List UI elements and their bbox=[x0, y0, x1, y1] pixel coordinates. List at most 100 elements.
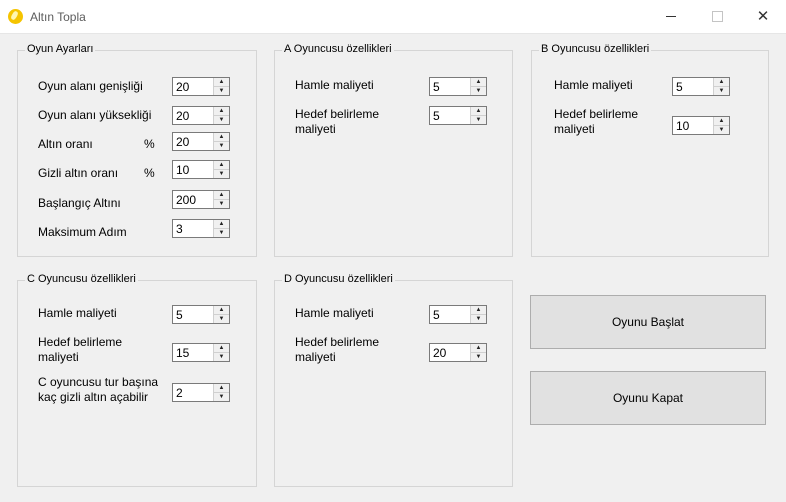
oyun-alani-yuksekligi-stepper[interactable]: ▲▼ bbox=[172, 106, 230, 125]
a-oyuncusu-group: A Oyuncusu özellikleri Hamle maliyeti ▲▼… bbox=[274, 43, 513, 257]
stepper-up-icon[interactable]: ▲ bbox=[214, 191, 229, 200]
stepper-up-icon[interactable]: ▲ bbox=[214, 133, 229, 142]
maximize-button[interactable] bbox=[694, 0, 740, 32]
close-window-button[interactable]: ✕ bbox=[740, 0, 786, 32]
hamle-maliyeti-label: Hamle maliyeti bbox=[295, 78, 374, 92]
stepper-input[interactable] bbox=[174, 162, 216, 177]
b-hamle-maliyeti-stepper[interactable]: ▲▼ bbox=[672, 77, 730, 96]
hedef-belirleme-label: Hedef belirleme maliyeti bbox=[554, 107, 638, 137]
stepper-input[interactable] bbox=[174, 385, 216, 400]
stepper-up-icon[interactable]: ▲ bbox=[471, 344, 486, 353]
gold-coin-icon bbox=[8, 9, 23, 24]
label-line: maliyeti bbox=[295, 122, 336, 136]
group-title: C Oyuncusu özellikleri bbox=[25, 273, 138, 285]
stepper-input[interactable] bbox=[431, 108, 473, 123]
stepper-input[interactable] bbox=[174, 221, 216, 236]
hamle-maliyeti-label: Hamle maliyeti bbox=[295, 306, 374, 320]
hamle-maliyeti-label: Hamle maliyeti bbox=[38, 306, 117, 320]
stepper-input[interactable] bbox=[431, 79, 473, 94]
oyun-ayarlari-group: Oyun Ayarları Oyun alanı genişliği ▲▼ Oy… bbox=[17, 43, 257, 257]
stepper-up-icon[interactable]: ▲ bbox=[214, 384, 229, 393]
b-oyuncusu-group: B Oyuncusu özellikleri Hamle maliyeti ▲▼… bbox=[531, 43, 769, 257]
oyunu-kapat-button[interactable]: Oyunu Kapat bbox=[530, 371, 766, 425]
c-gizli-altin-stepper[interactable]: ▲▼ bbox=[172, 383, 230, 402]
stepper-down-icon[interactable]: ▼ bbox=[214, 116, 229, 124]
close-icon: ✕ bbox=[756, 8, 770, 25]
stepper-up-icon[interactable]: ▲ bbox=[471, 306, 486, 315]
c-oyuncusu-group: C Oyuncusu özellikleri Hamle maliyeti ▲▼… bbox=[17, 273, 257, 487]
maximize-icon bbox=[711, 10, 723, 22]
percent-unit: % bbox=[144, 166, 155, 180]
stepper-up-icon[interactable]: ▲ bbox=[214, 107, 229, 116]
stepper-down-icon[interactable]: ▼ bbox=[471, 116, 486, 124]
d-oyuncusu-group: D Oyuncusu özellikleri Hamle maliyeti ▲▼… bbox=[274, 273, 513, 487]
baslangic-altini-stepper[interactable]: ▲▼ bbox=[172, 190, 230, 209]
stepper-up-icon[interactable]: ▲ bbox=[471, 107, 486, 116]
stepper-up-icon[interactable]: ▲ bbox=[214, 220, 229, 229]
label-line: kaç gizli altın açabilir bbox=[38, 390, 149, 404]
d-hedef-maliyeti-stepper[interactable]: ▲▼ bbox=[429, 343, 487, 362]
minimize-button[interactable] bbox=[648, 0, 694, 32]
oyunu-baslat-button[interactable]: Oyunu Başlat bbox=[530, 295, 766, 349]
stepper-down-icon[interactable]: ▼ bbox=[471, 87, 486, 95]
stepper-input[interactable] bbox=[174, 307, 216, 322]
stepper-down-icon[interactable]: ▼ bbox=[214, 393, 229, 401]
stepper-up-icon[interactable]: ▲ bbox=[214, 161, 229, 170]
stepper-down-icon[interactable]: ▼ bbox=[471, 315, 486, 323]
c-hamle-maliyeti-stepper[interactable]: ▲▼ bbox=[172, 305, 230, 324]
window-title: Altın Topla bbox=[30, 10, 86, 24]
label-line: Hedef belirleme bbox=[38, 335, 123, 349]
stepper-input[interactable] bbox=[174, 345, 216, 360]
stepper-input[interactable] bbox=[674, 79, 716, 94]
group-title: Oyun Ayarları bbox=[25, 43, 96, 55]
stepper-down-icon[interactable]: ▼ bbox=[214, 200, 229, 208]
stepper-up-icon[interactable]: ▲ bbox=[214, 78, 229, 87]
stepper-input[interactable] bbox=[174, 79, 216, 94]
stepper-down-icon[interactable]: ▼ bbox=[714, 87, 729, 95]
label-line: C oyuncusu tur başına bbox=[38, 375, 159, 389]
stepper-down-icon[interactable]: ▼ bbox=[214, 142, 229, 150]
stepper-input[interactable] bbox=[174, 134, 216, 149]
stepper-up-icon[interactable]: ▲ bbox=[214, 306, 229, 315]
label-line: Hedef belirleme bbox=[295, 335, 380, 349]
a-hamle-maliyeti-stepper[interactable]: ▲▼ bbox=[429, 77, 487, 96]
field-label: Maksimum Adım bbox=[38, 225, 127, 239]
group-title: D Oyuncusu özellikleri bbox=[282, 273, 395, 285]
stepper-down-icon[interactable]: ▼ bbox=[214, 170, 229, 178]
stepper-input[interactable] bbox=[174, 192, 216, 207]
oyun-alani-genisligi-stepper[interactable]: ▲▼ bbox=[172, 77, 230, 96]
field-label: Altın oranı bbox=[38, 137, 93, 151]
b-hedef-maliyeti-stepper[interactable]: ▲▼ bbox=[672, 116, 730, 135]
stepper-down-icon[interactable]: ▼ bbox=[471, 353, 486, 361]
field-label: Başlangıç Altını bbox=[38, 196, 121, 210]
label-line: maliyeti bbox=[38, 350, 79, 364]
field-label: Oyun alanı yüksekliği bbox=[38, 108, 152, 122]
maksimum-adim-stepper[interactable]: ▲▼ bbox=[172, 219, 230, 238]
c-hedef-maliyeti-stepper[interactable]: ▲▼ bbox=[172, 343, 230, 362]
label-line: Hedef belirleme bbox=[554, 107, 639, 121]
stepper-down-icon[interactable]: ▼ bbox=[714, 126, 729, 134]
a-hedef-maliyeti-stepper[interactable]: ▲▼ bbox=[429, 106, 487, 125]
d-hamle-maliyeti-stepper[interactable]: ▲▼ bbox=[429, 305, 487, 324]
gizli-altin-label: C oyuncusu tur başına kaç gizli altın aç… bbox=[38, 375, 158, 405]
label-line: maliyeti bbox=[554, 122, 595, 136]
altin-orani-stepper[interactable]: ▲▼ bbox=[172, 132, 230, 151]
stepper-up-icon[interactable]: ▲ bbox=[714, 78, 729, 87]
group-title: A Oyuncusu özellikleri bbox=[282, 43, 394, 55]
hedef-belirleme-label: Hedef belirleme maliyeti bbox=[38, 335, 122, 365]
stepper-input[interactable] bbox=[431, 307, 473, 322]
hedef-belirleme-label: Hedef belirleme maliyeti bbox=[295, 335, 379, 365]
group-title: B Oyuncusu özellikleri bbox=[539, 43, 652, 55]
hamle-maliyeti-label: Hamle maliyeti bbox=[554, 78, 633, 92]
stepper-input[interactable] bbox=[674, 118, 716, 133]
stepper-down-icon[interactable]: ▼ bbox=[214, 229, 229, 237]
stepper-up-icon[interactable]: ▲ bbox=[714, 117, 729, 126]
gizli-altin-orani-stepper[interactable]: ▲▼ bbox=[172, 160, 230, 179]
stepper-input[interactable] bbox=[174, 108, 216, 123]
stepper-up-icon[interactable]: ▲ bbox=[471, 78, 486, 87]
stepper-input[interactable] bbox=[431, 345, 473, 360]
stepper-down-icon[interactable]: ▼ bbox=[214, 87, 229, 95]
stepper-down-icon[interactable]: ▼ bbox=[214, 353, 229, 361]
stepper-down-icon[interactable]: ▼ bbox=[214, 315, 229, 323]
stepper-up-icon[interactable]: ▲ bbox=[214, 344, 229, 353]
